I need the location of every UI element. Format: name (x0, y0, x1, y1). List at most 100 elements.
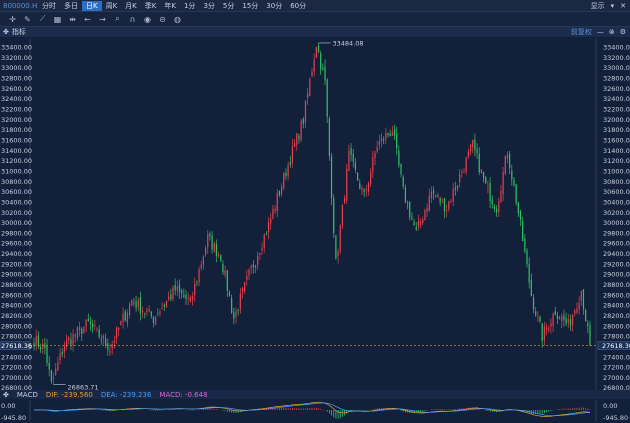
candle-body[interactable] (52, 377, 55, 379)
candle-body[interactable] (357, 172, 359, 181)
candle-body[interactable] (254, 264, 257, 268)
candle-body[interactable] (454, 187, 456, 190)
candle-body[interactable] (191, 296, 194, 300)
candle-body[interactable] (320, 53, 322, 70)
candle-body[interactable] (415, 226, 417, 230)
candle-body[interactable] (181, 290, 183, 294)
candle-body[interactable] (35, 336, 37, 345)
candle-body[interactable] (346, 168, 348, 201)
candle-body[interactable] (437, 194, 439, 197)
candle-body[interactable] (361, 188, 363, 191)
candle-body[interactable] (511, 170, 513, 180)
candle-body[interactable] (118, 327, 120, 330)
candle-body[interactable] (482, 171, 485, 179)
candle-body[interactable] (283, 172, 285, 188)
candle-body[interactable] (446, 209, 448, 211)
candle-body[interactable] (467, 151, 469, 158)
candle-body[interactable] (204, 247, 207, 255)
candle-body[interactable] (270, 218, 272, 224)
candle-body[interactable] (33, 343, 35, 348)
candle-body[interactable] (580, 291, 582, 302)
candle-body[interactable] (59, 353, 61, 360)
candle-body[interactable] (170, 294, 172, 300)
candle-body[interactable] (582, 289, 585, 310)
candle-body[interactable] (44, 343, 46, 349)
candle-body[interactable] (515, 184, 517, 204)
candle-body[interactable] (37, 335, 39, 347)
candle-body[interactable] (463, 171, 465, 173)
candle-body[interactable] (39, 347, 42, 350)
candle-body[interactable] (272, 209, 274, 219)
candle-body[interactable] (476, 148, 478, 153)
candle-body[interactable] (367, 183, 370, 192)
candle-body[interactable] (163, 304, 165, 307)
candle-body[interactable] (558, 317, 561, 319)
candle-body[interactable] (567, 319, 569, 323)
candle-body[interactable] (246, 276, 248, 281)
candle-body[interactable] (528, 264, 530, 283)
candle-body[interactable] (448, 201, 450, 209)
candle-body[interactable] (128, 304, 131, 315)
candle-body[interactable] (498, 201, 500, 212)
candle-body[interactable] (294, 143, 296, 147)
candle-body[interactable] (435, 195, 437, 197)
candle-body[interactable] (348, 150, 350, 171)
candle-body[interactable] (537, 315, 539, 317)
candle-body[interactable] (107, 343, 109, 350)
candle-body[interactable] (535, 311, 537, 316)
candle-body[interactable] (500, 191, 502, 203)
candle-body[interactable] (209, 233, 211, 237)
candle-body[interactable] (46, 346, 48, 363)
candle-body[interactable] (439, 197, 441, 203)
candle-body[interactable] (196, 281, 198, 283)
candle-body[interactable] (287, 164, 289, 177)
candle-body[interactable] (578, 302, 580, 310)
candle-body[interactable] (513, 179, 515, 186)
candle-body[interactable] (541, 323, 543, 341)
candle-body[interactable] (517, 202, 519, 214)
candle-body[interactable] (157, 314, 159, 316)
candle-body[interactable] (330, 156, 333, 199)
candle-body[interactable] (393, 129, 396, 136)
candle-body[interactable] (563, 315, 565, 321)
candle-body[interactable] (522, 221, 524, 242)
candle-body[interactable] (89, 321, 92, 324)
candle-body[interactable] (274, 208, 276, 211)
candle-body[interactable] (370, 172, 372, 184)
candle-body[interactable] (539, 316, 541, 322)
candle-body[interactable] (554, 311, 556, 315)
candle-body[interactable] (150, 311, 152, 317)
candle-body[interactable] (165, 300, 168, 307)
macd-settings-icon[interactable]: ✤ (3, 391, 9, 399)
candle-body[interactable] (200, 264, 202, 268)
candle-body[interactable] (172, 287, 174, 300)
candle-body[interactable] (285, 173, 287, 177)
candle-body[interactable] (341, 204, 344, 226)
candle-body[interactable] (159, 311, 161, 314)
candle-body[interactable] (496, 208, 498, 213)
candle-body[interactable] (313, 59, 315, 72)
candle-body[interactable] (296, 133, 298, 145)
candle-body[interactable] (276, 193, 278, 212)
candle-body[interactable] (509, 153, 511, 168)
candle-body[interactable] (122, 314, 124, 323)
candle-body[interactable] (280, 186, 283, 195)
candle-body[interactable] (76, 327, 79, 339)
candle-body[interactable] (359, 183, 361, 189)
candle-body[interactable] (504, 155, 506, 174)
candle-body[interactable] (311, 71, 313, 76)
candle-body[interactable] (267, 222, 270, 233)
candle-body[interactable] (480, 169, 483, 174)
candle-body[interactable] (70, 339, 72, 345)
candle-body[interactable] (587, 323, 589, 327)
candle-body[interactable] (105, 338, 107, 346)
candle-body[interactable] (317, 46, 320, 53)
candle-body[interactable] (400, 164, 402, 175)
candle-body[interactable] (428, 195, 430, 211)
macd-title[interactable]: MACD (17, 391, 38, 399)
candle-body[interactable] (461, 172, 463, 173)
candle-body[interactable] (472, 139, 474, 148)
candle-body[interactable] (532, 297, 535, 310)
candle-body[interactable] (215, 244, 218, 256)
candle-body[interactable] (411, 216, 413, 220)
